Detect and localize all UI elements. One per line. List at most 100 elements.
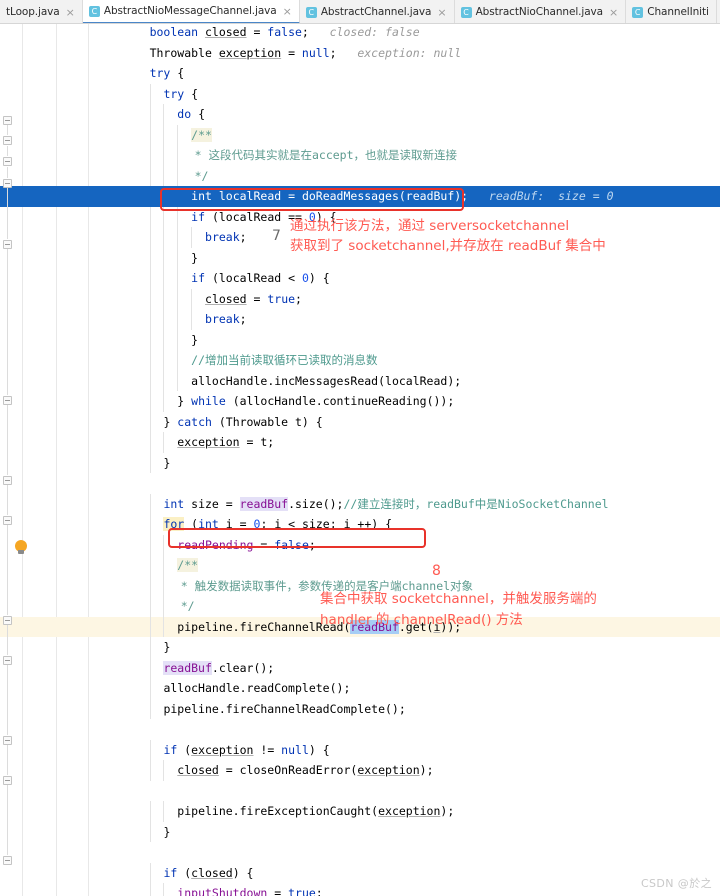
code-line[interactable]: allocHandle.readComplete(); <box>0 678 720 699</box>
indent-guide <box>177 165 179 186</box>
code-token: inputShutdown <box>177 886 268 896</box>
indent-guide <box>149 514 151 535</box>
editor-tab-1[interactable]: C AbstractNioMessageChannel.java × <box>82 0 300 23</box>
close-icon[interactable]: × <box>437 7 446 18</box>
code-token: break <box>205 230 240 244</box>
code-token: try <box>149 66 171 80</box>
code-token: true <box>267 291 296 306</box>
code-line[interactable]: allocHandle.incMessagesRead(localRead); <box>0 371 720 392</box>
code-line[interactable]: pipeline.fireChannelReadComplete(); <box>0 699 720 720</box>
code-line[interactable]: */ <box>0 166 720 187</box>
code-token: catch <box>177 414 212 429</box>
java-class-icon: C <box>88 5 100 17</box>
code-line[interactable]: Throwable exception = null; exception: n… <box>0 43 720 64</box>
code-fold-marker[interactable] <box>3 116 12 125</box>
code-fold-marker[interactable] <box>3 776 12 785</box>
code-line[interactable]: readPending = false; <box>0 535 720 556</box>
code-line[interactable]: /** <box>0 555 720 576</box>
code-token: int <box>198 517 219 531</box>
code-line[interactable]: do { <box>0 104 720 125</box>
code-token: ; <box>315 886 323 896</box>
code-token: /** <box>191 127 212 142</box>
code-text: if (closed) { <box>163 863 253 884</box>
code-line[interactable]: * 这段代码其实就是在accept，也就是读取新连接 <box>0 145 720 166</box>
code-line[interactable]: exception = t; <box>0 432 720 453</box>
code-text: readPending = false; <box>177 535 316 556</box>
code-line[interactable]: } while (allocHandle.continueReading()); <box>0 391 720 412</box>
code-line[interactable] <box>0 719 720 740</box>
editor-tab-0[interactable]: tLoop.java × <box>0 0 83 23</box>
code-token: = closeOnReadError( <box>218 763 358 777</box>
code-line[interactable] <box>0 842 720 863</box>
close-icon[interactable]: × <box>66 7 75 18</box>
code-line[interactable]: closed = true; <box>0 289 720 310</box>
code-line[interactable]: readBuf.clear(); <box>0 658 720 679</box>
code-line[interactable]: } <box>0 822 720 843</box>
editor-tab-3[interactable]: C AbstractNioChannel.java × <box>454 0 627 23</box>
editor-tab-label: tLoop.java <box>6 6 60 18</box>
code-line[interactable] <box>0 781 720 802</box>
code-fold-marker[interactable] <box>3 856 12 865</box>
code-fold-marker[interactable] <box>3 240 12 249</box>
code-fold-marker[interactable] <box>3 736 12 745</box>
code-line[interactable]: int size = readBuf.size();//建立连接时，readBu… <box>0 494 720 515</box>
code-line[interactable]: inputShutdown = true; <box>0 883 720 896</box>
code-line[interactable]: /** <box>0 125 720 146</box>
code-fold-marker[interactable] <box>3 136 12 145</box>
indent-guide <box>191 309 193 330</box>
code-fold-marker[interactable] <box>3 616 12 625</box>
code-token: do <box>177 107 192 121</box>
code-line[interactable]: break; <box>0 309 720 330</box>
code-token: localRead = doReadMessages(readBuf); <box>211 189 469 203</box>
code-line[interactable]: if (exception != null) { <box>0 740 720 761</box>
code-token: ); <box>419 763 434 777</box>
code-fold-line <box>7 625 8 655</box>
code-fold-marker[interactable] <box>3 476 12 485</box>
editor-tab-2[interactable]: C AbstractChannel.java × <box>299 0 455 23</box>
code-editor[interactable]: boolean closed = false; closed: false Thr… <box>0 24 720 896</box>
code-line[interactable]: } <box>0 637 720 658</box>
code-line[interactable]: } <box>0 330 720 351</box>
indent-guide <box>149 145 151 166</box>
code-token: readBuf: size = 0 <box>468 189 614 203</box>
code-fold-marker[interactable] <box>3 516 12 525</box>
code-text: //增加当前读取循环已读取的消息数 <box>191 350 377 371</box>
annotation-note-1-line-2: 获取到了 socketchannel,并存放在 readBuf 集合中 <box>290 238 606 254</box>
code-line[interactable]: boolean closed = false; closed: false <box>0 24 720 43</box>
indent-guide <box>149 678 151 699</box>
code-text: */ <box>195 166 209 187</box>
code-fold-line <box>7 125 8 135</box>
code-token: closed <box>177 763 219 777</box>
editor-tab-4[interactable]: C ChannelIniti <box>626 0 717 23</box>
code-line[interactable]: if (localRead < 0) { <box>0 268 720 289</box>
code-line[interactable]: pipeline.fireExceptionCaught(exception); <box>0 801 720 822</box>
code-fold-marker[interactable] <box>3 179 12 188</box>
code-line[interactable]: //增加当前读取循环已读取的消息数 <box>0 350 720 371</box>
indent-guide <box>149 206 151 227</box>
code-token: null <box>301 45 330 60</box>
indent-guide <box>163 247 165 268</box>
code-token: false <box>267 25 302 39</box>
code-line[interactable]: try { <box>0 63 720 84</box>
code-token: { <box>184 86 199 101</box>
code-fold-marker[interactable] <box>3 656 12 665</box>
code-line[interactable]: } <box>0 453 720 474</box>
code-token: true <box>288 886 316 896</box>
code-fold-marker[interactable] <box>3 396 12 405</box>
code-token: = <box>232 517 254 531</box>
code-line[interactable]: for (int i = 0; i < size; i ++) { <box>0 514 720 535</box>
close-icon[interactable]: × <box>283 6 292 17</box>
code-token: pipeline.fireChannelReadComplete(); <box>163 701 406 716</box>
java-class-icon: C <box>632 6 644 18</box>
code-fold-marker[interactable] <box>3 157 12 166</box>
code-line[interactable]: try { <box>0 84 720 105</box>
code-line[interactable]: } catch (Throwable t) { <box>0 412 720 433</box>
code-line-selected[interactable]: int localRead = doReadMessages(readBuf);… <box>0 186 720 207</box>
code-line[interactable]: if (closed) { <box>0 863 720 884</box>
close-icon[interactable]: × <box>609 7 618 18</box>
lightbulb-icon[interactable] <box>15 540 27 555</box>
editor-tab-bar[interactable]: tLoop.java × C AbstractNioMessageChannel.ja… <box>0 0 720 24</box>
code-line[interactable]: closed = closeOnReadError(exception); <box>0 760 720 781</box>
code-text: int size = readBuf.size();//建立连接时，readBu… <box>163 494 609 515</box>
code-line[interactable] <box>0 473 720 494</box>
